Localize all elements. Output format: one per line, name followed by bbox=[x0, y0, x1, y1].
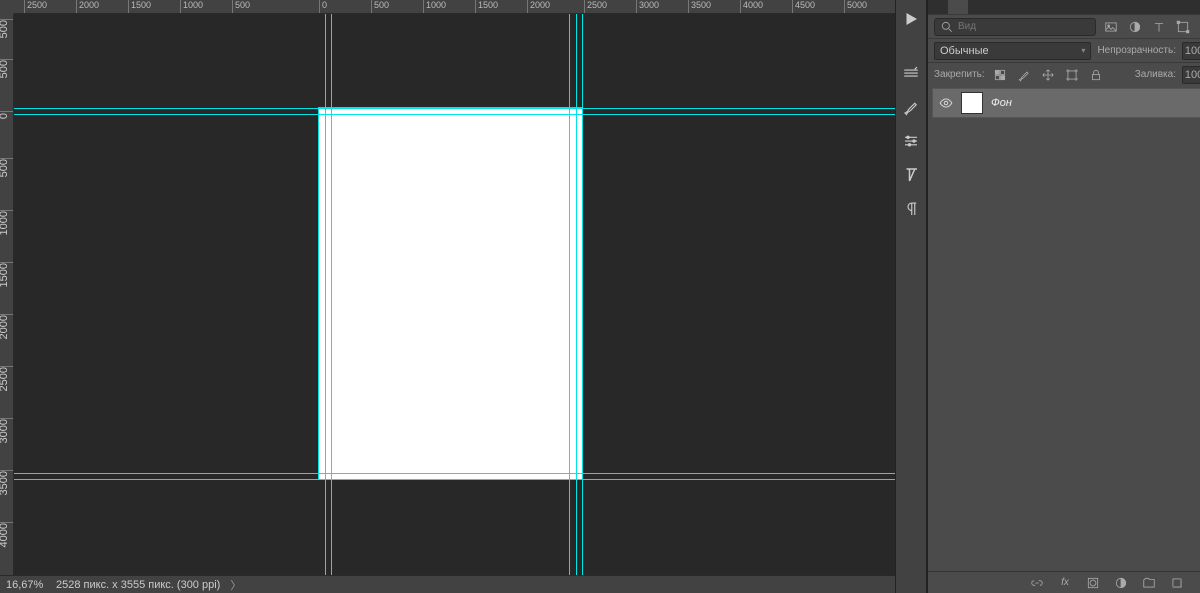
brush-options-icon[interactable] bbox=[898, 60, 924, 86]
zoom-level[interactable]: 16,67% bbox=[6, 579, 46, 591]
layer-filter-input[interactable] bbox=[958, 21, 1090, 32]
group-icon[interactable] bbox=[1140, 574, 1158, 592]
filter-shape-icon[interactable] bbox=[1174, 18, 1192, 36]
hruler-tick: 5000 bbox=[844, 0, 867, 14]
blend-mode-value: Обычные bbox=[940, 43, 989, 59]
fill-label: Заливка: bbox=[1135, 69, 1176, 80]
tool-strip bbox=[895, 0, 927, 593]
canvas-area: 2500200015001000500050010001500200025003… bbox=[0, 0, 895, 593]
hruler-tick: 500 bbox=[232, 0, 250, 14]
search-icon bbox=[940, 20, 954, 34]
new-icon[interactable] bbox=[1168, 574, 1186, 592]
adjustment-icon[interactable] bbox=[1112, 574, 1130, 592]
document-info[interactable]: 2528 пикс. x 3555 пикс. (300 ppi) bbox=[56, 579, 220, 591]
adjust-icon[interactable] bbox=[898, 128, 924, 154]
lock-move-icon[interactable] bbox=[1039, 66, 1057, 84]
vruler-tick: 2000 bbox=[0, 314, 14, 342]
hruler-tick: 2500 bbox=[584, 0, 607, 14]
layer-name[interactable]: Фон bbox=[991, 97, 1189, 109]
filter-type-icon[interactable] bbox=[1150, 18, 1168, 36]
panel-tabs bbox=[928, 0, 1200, 14]
guide-horizontal[interactable] bbox=[14, 473, 895, 474]
play-icon[interactable] bbox=[898, 6, 924, 32]
hruler-tick: 2500 bbox=[24, 0, 47, 14]
guide-vertical[interactable] bbox=[582, 14, 583, 575]
tab-2[interactable] bbox=[968, 0, 988, 14]
layers-empty-area[interactable] bbox=[928, 120, 1200, 571]
type-icon[interactable] bbox=[898, 162, 924, 188]
layer-thumbnail[interactable] bbox=[961, 92, 983, 114]
lock-all-icon[interactable] bbox=[1087, 66, 1105, 84]
horizontal-ruler[interactable]: 2500200015001000500050010001500200025003… bbox=[14, 0, 895, 14]
chevron-down-icon: ▾ bbox=[1081, 43, 1085, 59]
vruler-tick: 3000 bbox=[0, 418, 14, 446]
hruler-tick: 1500 bbox=[475, 0, 498, 14]
vruler-tick: 1000 bbox=[0, 210, 14, 238]
hruler-tick: 4500 bbox=[792, 0, 815, 14]
ruler-corner[interactable] bbox=[0, 0, 14, 14]
right-panels: Обычные ▾ Непрозрачность: 100% Закрепить… bbox=[927, 0, 1200, 593]
canvas-viewport[interactable] bbox=[14, 14, 895, 575]
lock-row: Закрепить: Заливка: 100% bbox=[928, 62, 1200, 86]
filter-image-icon[interactable] bbox=[1102, 18, 1120, 36]
vruler-tick: 2500 bbox=[0, 366, 14, 394]
hruler-tick: 2000 bbox=[76, 0, 99, 14]
vertical-ruler[interactable]: 500 500 0 500 1000 1500 2000 2500 3000 3500 4000 bbox=[0, 14, 14, 575]
hruler-tick: 0 bbox=[319, 0, 327, 14]
lock-label: Закрепить: bbox=[934, 69, 985, 80]
vruler-tick: 0 bbox=[0, 111, 14, 122]
chevron-right-icon[interactable]: 〉 bbox=[230, 577, 241, 593]
opacity-input[interactable]: 100% bbox=[1182, 42, 1200, 60]
guide-horizontal[interactable] bbox=[14, 114, 895, 115]
hruler-tick: 3000 bbox=[636, 0, 659, 14]
layer-filter-select[interactable] bbox=[934, 18, 1096, 36]
vruler-tick: 3500 bbox=[0, 470, 14, 498]
eye-icon[interactable] bbox=[939, 96, 953, 110]
blend-row: Обычные ▾ Непрозрачность: 100% bbox=[928, 38, 1200, 62]
trash-icon[interactable] bbox=[1196, 574, 1200, 592]
guide-vertical[interactable] bbox=[569, 14, 570, 575]
layer-search-row bbox=[928, 14, 1200, 38]
fx-icon[interactable]: fx bbox=[1056, 574, 1074, 592]
guide-horizontal[interactable] bbox=[14, 479, 895, 480]
paragraph-icon[interactable] bbox=[898, 196, 924, 222]
vruler-tick: 500 bbox=[0, 19, 14, 41]
layers-footer: fx bbox=[928, 571, 1200, 593]
lock-brush-icon[interactable] bbox=[1015, 66, 1033, 84]
hruler-tick: 1000 bbox=[180, 0, 203, 14]
hruler-tick: 2000 bbox=[527, 0, 550, 14]
hruler-tick: 1000 bbox=[423, 0, 446, 14]
hruler-tick: 1500 bbox=[128, 0, 151, 14]
link-icon[interactable] bbox=[1028, 574, 1046, 592]
filter-adjustment-icon[interactable] bbox=[1126, 18, 1144, 36]
tab-1[interactable] bbox=[948, 0, 968, 14]
layer-row[interactable]: Фон bbox=[932, 88, 1200, 118]
lock-pixels-icon[interactable] bbox=[991, 66, 1009, 84]
guide-vertical[interactable] bbox=[325, 14, 326, 575]
artboard[interactable] bbox=[319, 108, 582, 479]
opacity-label: Непрозрачность: bbox=[1097, 45, 1176, 56]
guide-vertical[interactable] bbox=[331, 14, 332, 575]
hruler-tick: 500 bbox=[371, 0, 389, 14]
hruler-tick: 3500 bbox=[688, 0, 711, 14]
blend-mode-select[interactable]: Обычные ▾ bbox=[934, 42, 1091, 60]
hruler-tick: 4000 bbox=[740, 0, 763, 14]
status-bar: 16,67% 2528 пикс. x 3555 пикс. (300 ppi)… bbox=[0, 575, 895, 593]
vruler-tick: 4000 bbox=[0, 522, 14, 550]
brush-icon[interactable] bbox=[898, 94, 924, 120]
guide-vertical[interactable] bbox=[576, 14, 577, 575]
vruler-tick: 500 bbox=[0, 59, 14, 81]
fill-input[interactable]: 100% bbox=[1182, 66, 1200, 84]
vruler-tick: 500 bbox=[0, 158, 14, 180]
vruler-tick: 1500 bbox=[0, 262, 14, 290]
mask2-icon[interactable] bbox=[1084, 574, 1102, 592]
tab-0[interactable] bbox=[928, 0, 948, 14]
lock-artboard-icon[interactable] bbox=[1063, 66, 1081, 84]
guide-horizontal[interactable] bbox=[14, 108, 895, 109]
